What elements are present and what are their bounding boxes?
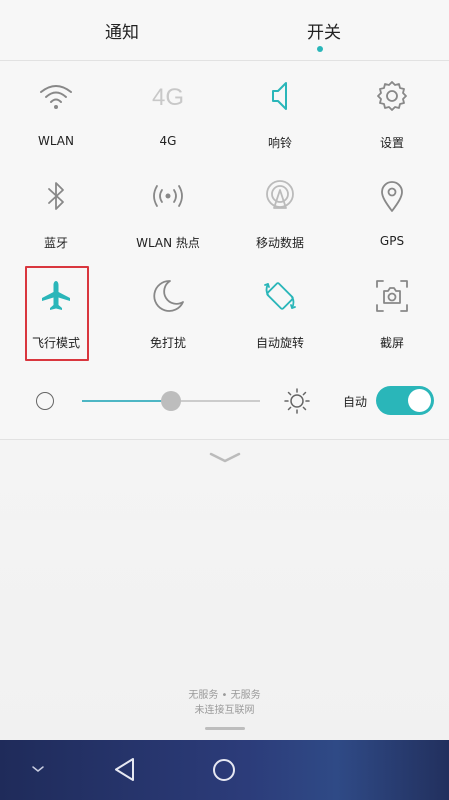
highlight-box	[25, 266, 89, 361]
chevron-down-icon[interactable]	[205, 448, 245, 468]
tile-settings[interactable]: 设置	[336, 64, 448, 164]
brightness-low-icon	[36, 392, 54, 410]
tile-4g[interactable]: 4G 4G	[112, 64, 224, 164]
active-tab-indicator	[317, 46, 323, 52]
divider	[0, 60, 449, 61]
tile-label: 截屏	[379, 336, 404, 350]
back-icon	[115, 758, 134, 781]
nav-hide-button[interactable]	[26, 740, 50, 800]
tile-label: 响铃	[267, 136, 292, 150]
brightness-slider[interactable]	[82, 391, 260, 411]
chevron-down-icon	[32, 766, 44, 772]
bluetooth-icon	[36, 176, 76, 216]
tile-label: 免打扰	[149, 336, 186, 350]
drag-handle[interactable]	[205, 727, 245, 730]
tile-hotspot[interactable]: WLAN 热点	[112, 164, 224, 264]
home-icon	[213, 759, 235, 781]
nav-home-button[interactable]	[209, 740, 239, 800]
tile-label: 自动旋转	[255, 336, 304, 350]
speaker-icon	[260, 76, 300, 116]
network-status-line: 无服务 • 无服务	[188, 690, 261, 701]
tile-label: WLAN	[37, 134, 74, 148]
tab-notifications[interactable]: 通知	[62, 18, 182, 43]
navigation-bar	[0, 740, 449, 800]
tile-label: 移动数据	[255, 236, 304, 250]
nav-back-button[interactable]	[110, 740, 140, 800]
tab-bar: 通知 开关	[0, 0, 449, 60]
brightness-high-icon	[283, 387, 311, 415]
hotspot-icon	[148, 176, 188, 216]
tile-screenshot[interactable]: 截屏	[336, 264, 448, 364]
slider-thumb[interactable]	[161, 391, 181, 411]
moon-icon	[148, 276, 188, 316]
toggle-knob	[408, 389, 431, 412]
tile-label: 蓝牙	[43, 236, 68, 250]
tile-gps[interactable]: GPS	[336, 164, 448, 264]
network-status: 无服务 • 无服务 未连接互联网	[0, 688, 449, 718]
slider-fill	[82, 400, 171, 402]
brightness-control: 自动	[0, 380, 449, 422]
wifi-icon	[36, 76, 76, 116]
tile-auto-rotate[interactable]: 自动旋转	[224, 264, 336, 364]
screenshot-icon	[372, 276, 412, 316]
tile-label: GPS	[379, 234, 405, 248]
auto-brightness-toggle[interactable]	[376, 386, 434, 415]
auto-brightness-label: 自动	[343, 395, 368, 409]
network-status-line: 未连接互联网	[194, 705, 255, 716]
tile-ring[interactable]: 响铃	[224, 64, 336, 164]
tab-switches[interactable]: 开关	[264, 18, 384, 43]
tile-do-not-disturb[interactable]: 免打扰	[112, 264, 224, 364]
rotate-icon	[260, 276, 300, 316]
tile-label: 4G	[159, 134, 177, 148]
mobile-data-icon	[260, 176, 300, 216]
tile-bluetooth[interactable]: 蓝牙	[0, 164, 112, 264]
tile-wlan[interactable]: WLAN	[0, 64, 112, 164]
gear-icon	[372, 76, 412, 116]
location-pin-icon	[372, 176, 412, 216]
tile-label: 设置	[379, 136, 404, 150]
svg-text:4G: 4G	[152, 84, 184, 111]
tile-mobile-data[interactable]: 移动数据	[224, 164, 336, 264]
tile-label: WLAN 热点	[136, 236, 200, 250]
4g-icon: 4G	[148, 76, 188, 116]
